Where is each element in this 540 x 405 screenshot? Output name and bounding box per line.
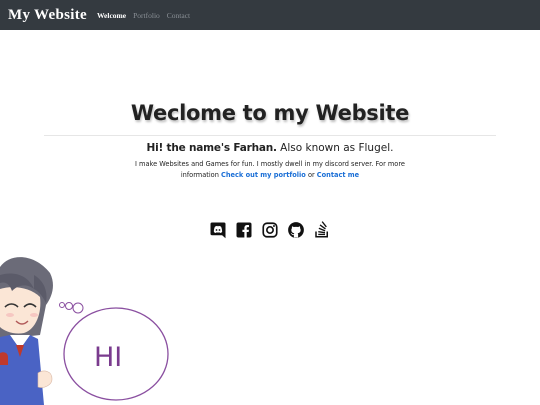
description: I make Websites and Games for fun. I mos… bbox=[135, 159, 405, 181]
facebook-icon[interactable] bbox=[235, 221, 253, 239]
bubble-text: HI bbox=[94, 342, 122, 373]
page-title: Weclome to my Website bbox=[130, 101, 410, 125]
title-divider bbox=[44, 135, 496, 136]
tagline-alias: Also known as Flugel. bbox=[276, 142, 394, 154]
discord-icon[interactable] bbox=[209, 221, 227, 239]
github-icon[interactable] bbox=[287, 221, 305, 239]
social-links bbox=[0, 221, 540, 239]
or-text: or bbox=[305, 171, 317, 179]
mascot-illustration: HI bbox=[0, 245, 180, 405]
brand-link[interactable]: My Website bbox=[8, 7, 87, 24]
contact-link[interactable]: Contact me bbox=[317, 171, 359, 179]
nav-portfolio[interactable]: Portfolio bbox=[133, 11, 160, 20]
portfolio-link[interactable]: Check out my portfolio bbox=[221, 171, 306, 179]
nav-contact[interactable]: Contact bbox=[167, 11, 190, 20]
top-navbar: My Website Welcome Portfolio Contact bbox=[0, 0, 540, 30]
tagline: Hi! the name's Farhan. Also known as Flu… bbox=[0, 142, 540, 154]
stackoverflow-icon[interactable] bbox=[313, 221, 331, 239]
tagline-name: Hi! the name's Farhan. bbox=[146, 142, 277, 154]
nav-welcome[interactable]: Welcome bbox=[97, 11, 126, 20]
instagram-icon[interactable] bbox=[261, 221, 279, 239]
